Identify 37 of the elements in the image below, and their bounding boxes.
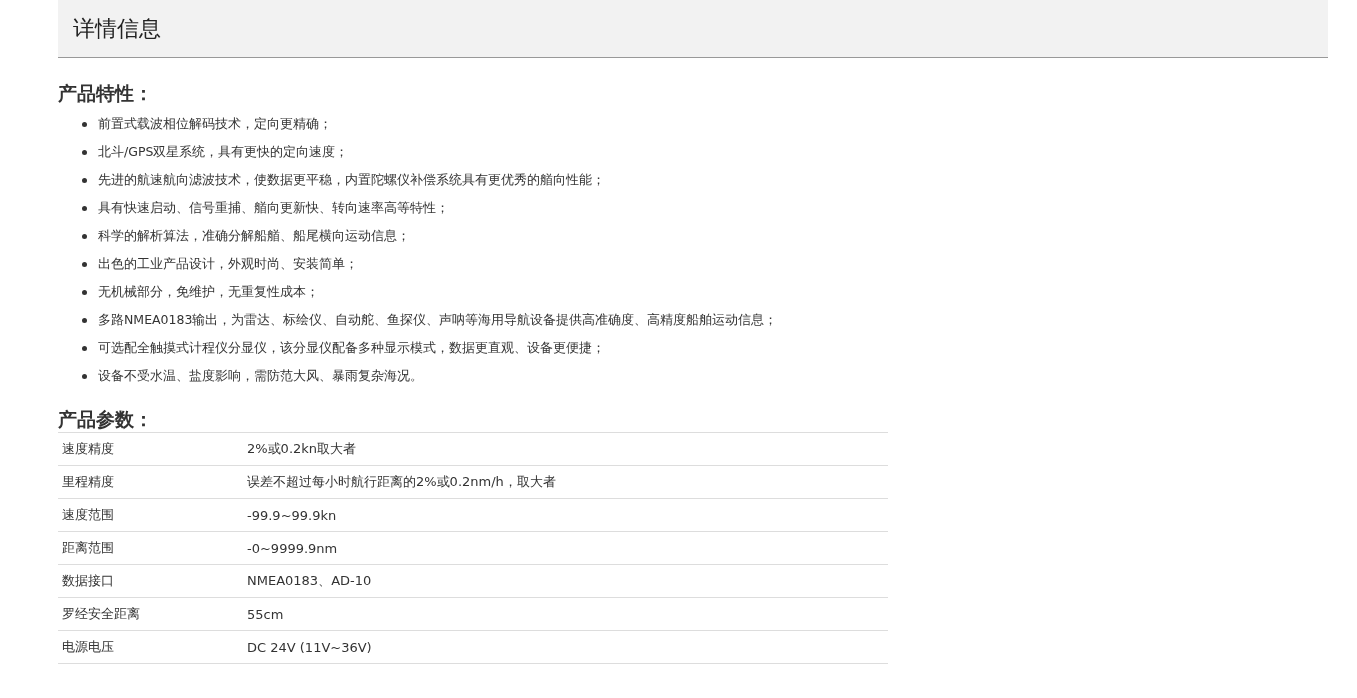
- feature-text: 前置式载波相位解码技术，定向更精确；: [98, 115, 332, 133]
- feature-text: 先进的航速航向滤波技术，使数据更平稳，内置陀螺仪补偿系统具有更优秀的艏向性能；: [98, 171, 605, 189]
- parameter-value: 55cm: [247, 606, 284, 622]
- parameter-name: 距离范围: [61, 539, 115, 557]
- parameter-name: 里程精度: [61, 473, 115, 491]
- bullet-icon: [82, 373, 87, 379]
- feature-text: 设备不受水温、盐度影响，需防范大风、暴雨复杂海况。: [98, 367, 423, 385]
- parameter-value: -99.9~99.9kn: [247, 507, 337, 523]
- features-heading: 产品特性：: [58, 81, 154, 106]
- bullet-icon: [82, 317, 87, 323]
- bullet-icon: [82, 233, 87, 239]
- parameter-name: 速度范围: [61, 506, 115, 524]
- parameter-name: 速度精度: [61, 440, 115, 458]
- feature-text: 具有快速启动、信号重捕、艏向更新快、转向速率高等特性；: [98, 199, 449, 217]
- feature-text: 北斗/GPS双星系统，具有更快的定向速度；: [98, 143, 349, 161]
- parameter-name: 罗经安全距离: [61, 605, 141, 623]
- feature-text: 出色的工业产品设计，外观时尚、安装简单；: [98, 255, 358, 273]
- parameter-value: 误差不超过每小时航行距离的2%或0.2nm/h，取大者: [247, 473, 556, 491]
- bullet-icon: [82, 205, 87, 211]
- bullet-icon: [82, 177, 87, 183]
- parameter-value: -0~9999.9nm: [247, 540, 338, 556]
- feature-text: 多路NMEA0183输出，为雷达、标绘仪、自动舵、鱼探仪、声呐等海用导航设备提供高准确度、高精度船舶运动信息；: [98, 311, 778, 329]
- parameter-value: NMEA0183、AD-10: [247, 572, 372, 590]
- feature-text: 无机械部分，免维护，无重复性成本；: [98, 283, 319, 301]
- parameter-value: 2%或0.2kn取大者: [247, 440, 357, 458]
- parameter-name: 电源电压: [61, 638, 115, 656]
- bullet-icon: [82, 345, 87, 351]
- feature-text: 可选配全触摸式计程仪分显仪，该分显仪配备多种显示模式，数据更直观、设备更便捷；: [98, 339, 605, 357]
- bullet-icon: [82, 121, 87, 127]
- feature-text: 科学的解析算法，准确分解船艏、船尾横向运动信息；: [98, 227, 410, 245]
- parameters-heading: 产品参数：: [58, 407, 154, 432]
- bullet-icon: [82, 149, 87, 155]
- section-title: 详情信息: [73, 14, 161, 43]
- bullet-icon: [82, 261, 87, 267]
- parameter-name: 数据接口: [61, 572, 115, 590]
- bullet-icon: [82, 289, 87, 295]
- parameter-value: DC 24V (11V~36V): [247, 639, 372, 655]
